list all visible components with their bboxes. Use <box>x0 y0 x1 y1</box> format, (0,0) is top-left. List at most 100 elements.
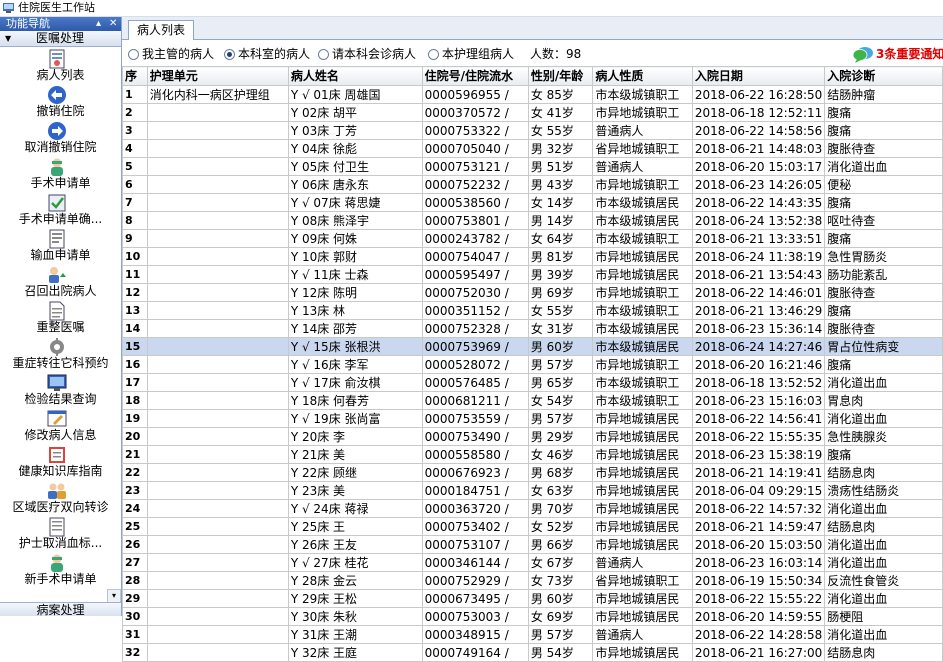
table-row[interactable]: 3 Y 03床 丁芳 0000753322 /女 55岁 普通病人 2018-06-22… <box>122 121 943 140</box>
table-row[interactable]: 22 Y 22床 顾继 0000676923 /男 68岁 市异地城镇居民 2018-0… <box>122 463 943 482</box>
table-row[interactable]: 14 Y 14床 邵芳 0000752328 /女 31岁 市本级城镇居民 2018-0… <box>122 319 943 338</box>
table-cell: 2018-06-22 14:46:01 <box>691 283 826 302</box>
table-cell: 普通病人 <box>592 121 693 140</box>
table-cell: 0000681211 / <box>421 391 529 410</box>
table-cell: 2018-06-21 14:48:03 <box>691 139 826 158</box>
nav-item-1[interactable]: 病人列表 <box>0 47 121 83</box>
table-cell: 2018-06-20 14:59:55 <box>691 607 826 626</box>
table-row[interactable]: 13 Y 13床 林 0000351152 /女 55岁 市本级城镇职工 2018-06… <box>122 301 943 320</box>
table-row[interactable]: 29 Y 29床 王松 0000673495 /男 60岁 市异地城镇居民 2018-0… <box>122 589 943 608</box>
table-row[interactable]: 10 Y 10床 郭财 0000754047 /男 81岁 市异地城镇居民 2018-0… <box>122 247 943 266</box>
table-cell: 腹痛 <box>824 445 943 464</box>
table-row[interactable]: 21 Y 21床 美 0000558580 /女 46岁 市异地城镇居民 2018-06… <box>122 445 943 464</box>
nav-item-3[interactable]: 取消撤销住院 <box>0 119 121 155</box>
nav-item-5[interactable]: 手术申请单确... <box>0 191 121 227</box>
table-cell: 2018-06-19 15:50:34 <box>691 571 826 590</box>
table-cell: 0000749164 / <box>421 643 529 662</box>
table-cell: 肠功能紊乱 <box>824 265 943 284</box>
nav-section-records[interactable]: 病案处理 <box>0 602 121 616</box>
nav-item-10[interactable]: 检验结果查询 <box>0 371 121 407</box>
column-header[interactable]: 序 <box>122 66 148 86</box>
table-row[interactable]: 2 Y 02床 胡平 0000370572 /女 41岁 市异地城镇职工 2018-06… <box>122 103 943 122</box>
table-cell: 市异地城镇居民 <box>592 535 693 554</box>
nav-item-15[interactable]: 新手术申请单 <box>0 551 121 587</box>
table-row[interactable]: 27 Y √ 27床 桂花 0000346144 /女 67岁 普通病人 2018-06… <box>122 553 943 572</box>
nav-item-label: 区域医疗双向转诊 <box>12 500 109 514</box>
table-row[interactable]: 1 消化内科一病区护理组 Y √ 01床 周雄国 0000596955 /女 85岁市… <box>122 85 943 104</box>
column-header[interactable]: 性别/年龄 <box>527 66 594 86</box>
table-cell: 女 67岁 <box>527 553 594 572</box>
table-row[interactable]: 18 Y 18床 何春芳 0000681211 /女 54岁 市本级城镇职工 2018-… <box>122 391 943 410</box>
table-row[interactable]: 16 Y √ 16床 李军 0000528072 /男 57岁 市异地城镇职工 2018… <box>122 355 943 374</box>
close-icon[interactable]: ✕ <box>109 17 117 31</box>
table-row[interactable]: 11 Y √ 11床 士森 0000595497 /男 39岁 市异地城镇居民 2018… <box>122 265 943 284</box>
table-cell: 0000528072 / <box>421 355 529 374</box>
pin-icon[interactable]: ▴ <box>96 17 101 31</box>
table-row[interactable]: 20 Y 20床 李 0000753490 /男 29岁 市异地城镇居民 2018-06… <box>122 427 943 446</box>
radio-dept-patients[interactable] <box>224 49 235 60</box>
table-cell: 27 <box>122 553 148 572</box>
table-row[interactable]: 17 Y √ 17床 俞汝棋 0000576485 /男 65岁 市本级城镇职工 201… <box>122 373 943 392</box>
nav-item-14[interactable]: 护士取消血标... <box>0 515 121 551</box>
table-row[interactable]: 12 Y 12床 陈明 0000752030 /男 69岁 市异地城镇职工 2018-0… <box>122 283 943 302</box>
table-cell: 7 <box>122 193 148 212</box>
table-cell <box>146 427 289 446</box>
column-header[interactable]: 病人姓名 <box>287 66 423 86</box>
table-row[interactable]: 23 Y 23床 美 0000184751 /女 63岁 市异地城镇居民 2018-06… <box>122 481 943 500</box>
table-cell: Y 26床 王友 <box>287 535 423 554</box>
important-notice-link[interactable]: 3条重要通知 <box>876 44 943 64</box>
nav-item-7[interactable]: 召回出院病人 <box>0 263 121 299</box>
table-row[interactable]: 31 Y 31床 王潮 0000348915 /男 57岁 普通病人 2018-06-2… <box>122 625 943 644</box>
table-cell: 1 <box>122 85 148 104</box>
table-row[interactable]: 19 Y √ 19床 张尚富 0000753559 /男 57岁 市异地城镇居民 201… <box>122 409 943 428</box>
table-row[interactable]: 26 Y 26床 王友 0000753107 /男 66岁 市异地城镇居民 2018-0… <box>122 535 943 554</box>
book-icon <box>49 447 65 463</box>
table-cell: Y 04床 徐彪 <box>287 139 423 158</box>
nav-item-11[interactable]: 修改病人信息 <box>0 407 121 443</box>
nav-item-9[interactable]: 重症转往它科预约 <box>0 335 121 371</box>
column-header[interactable]: 护理单元 <box>146 66 289 86</box>
table-row[interactable]: 25 Y 25床 王 0000753402 /女 52岁 市异地城镇居民 2018-06… <box>122 517 943 536</box>
table-row[interactable]: 7 Y √ 07床 蒋思婕 0000538560 /女 14岁 市本级城镇居民 2018… <box>122 193 943 212</box>
nav-item-12[interactable]: 健康知识库指南 <box>0 443 121 479</box>
column-header[interactable]: 入院日期 <box>691 66 826 86</box>
nav-item-2[interactable]: 撤销住院 <box>0 83 121 119</box>
tab-strip: 病人列表 <box>122 17 943 40</box>
scroll-down-button[interactable]: ▾ <box>107 589 121 603</box>
table-cell: 普通病人 <box>592 157 693 176</box>
table-row[interactable]: 8 Y 08床 熊泽宇 0000753801 /男 14岁 市本级城镇居民 2018-0… <box>122 211 943 230</box>
nav-item-13[interactable]: 区域医疗双向转诊 <box>0 479 121 515</box>
nav-section-orders[interactable]: ▼ 医嘱处理 <box>0 31 121 47</box>
table-cell <box>146 283 289 302</box>
nav-item-6[interactable]: 输血申请单 <box>0 227 121 263</box>
tab-patient-list[interactable]: 病人列表 <box>128 20 194 40</box>
table-row[interactable]: 4 Y 04床 徐彪 0000705040 /男 32岁 省异地城镇职工 2018-06… <box>122 139 943 158</box>
recall-patient-icon <box>49 267 66 283</box>
table-row[interactable]: 6 Y 06床 唐永东 0000752232 /男 43岁 市异地城镇职工 2018-0… <box>122 175 943 194</box>
radio-my-patients[interactable] <box>128 49 139 60</box>
column-header[interactable]: 住院号/住院流水 <box>421 66 529 86</box>
table-cell: 18 <box>122 391 148 410</box>
table-cell: 男 39岁 <box>527 265 594 284</box>
nav-item-4[interactable]: 手术申请单 <box>0 155 121 191</box>
table-row[interactable]: 24 Y √ 24床 蒋禄 0000363720 /男 70岁 市异地城镇居民 2018… <box>122 499 943 518</box>
surgery-doctor-icon <box>51 554 63 572</box>
column-header[interactable]: 入院诊断 <box>824 66 943 86</box>
table-row[interactable]: 32 Y 32床 王庭 0000749164 /男 54岁 市异地城镇居民 2018-0… <box>122 643 943 662</box>
notification-bubble-icon[interactable] <box>852 46 874 63</box>
nav-item-8[interactable]: 重整医嘱 <box>0 299 121 335</box>
table-cell: 市异地城镇居民 <box>592 643 693 662</box>
table-cell: 女 14岁 <box>527 193 594 212</box>
table-cell: 男 57岁 <box>527 625 594 644</box>
table-cell: Y √ 15床 张根洪 <box>287 337 423 356</box>
table-row[interactable]: 30 Y 30床 朱秋 0000753003 /女 69岁 市异地城镇居民 2018-0… <box>122 607 943 626</box>
table-cell: 男 60岁 <box>527 337 594 356</box>
table-row[interactable]: 15 Y √ 15床 张根洪 0000753969 /男 60岁 市本级城镇居民 201… <box>122 337 943 356</box>
table-cell: 2018-06-22 15:55:35 <box>691 427 826 446</box>
radio-nursing-group[interactable] <box>428 49 439 60</box>
table-row[interactable]: 5 Y 05床 付卫生 0000753121 /男 51岁 普通病人 2018-06-2… <box>122 157 943 176</box>
table-row[interactable]: 28 Y 28床 金云 0000752929 /女 73岁 省异地城镇职工 2018-0… <box>122 571 943 590</box>
table-row[interactable]: 9 Y 09床 何姝 0000243782 /女 64岁 市本级城镇职工 2018-06… <box>122 229 943 248</box>
radio-consult-patients[interactable] <box>318 49 329 60</box>
column-header[interactable]: 病人性质 <box>592 66 693 86</box>
